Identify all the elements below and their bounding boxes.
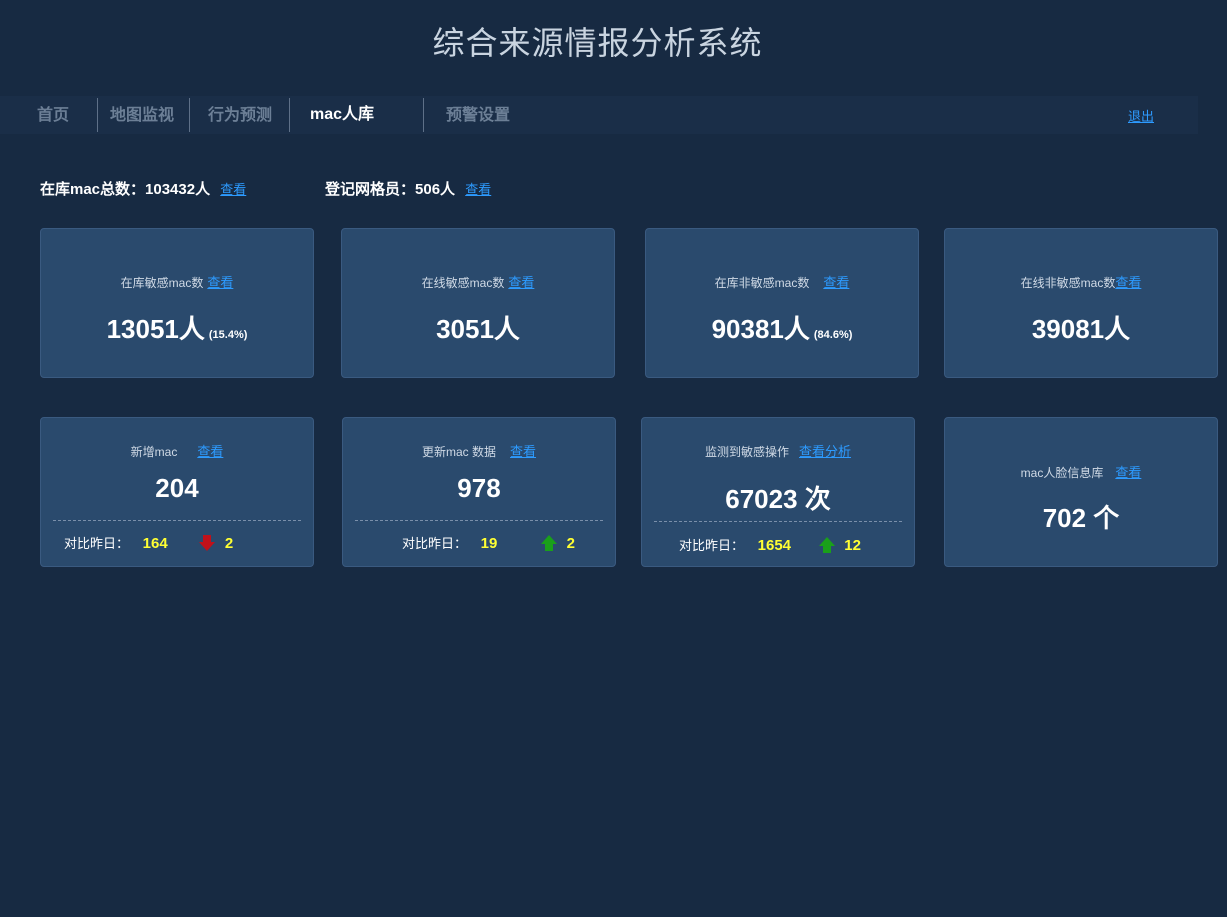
card-label-text: 在库敏感mac数	[120, 276, 204, 290]
trend-down-icon	[199, 535, 216, 551]
card-label: 在库非敏感mac数 查看	[646, 272, 918, 291]
card-label-text: 监测到敏感操作	[704, 445, 789, 459]
view-link[interactable]: 查看	[823, 275, 849, 290]
compare-value: 19	[480, 535, 498, 552]
divider	[53, 520, 301, 521]
stat-card-updated-mac: 更新mac 数据 查看 978 对比昨日： 19 2	[342, 417, 616, 567]
view-link[interactable]: 查看	[508, 275, 534, 290]
stat-card-sensitive-online: 在线敏感mac数 查看 3051人	[341, 228, 615, 378]
divider	[355, 520, 603, 521]
mac-total-view-link[interactable]: 查看	[220, 182, 246, 197]
logout-link[interactable]: 退出	[1128, 106, 1154, 125]
card-label-text: 在库非敏感mac数	[714, 276, 810, 290]
card-value-text: 13051人	[106, 314, 205, 344]
card-label: 新增mac 查看	[41, 441, 313, 460]
nav-divider	[289, 98, 290, 132]
view-link[interactable]: 查看	[197, 444, 223, 459]
card-label: 在线非敏感mac数查看	[945, 272, 1217, 291]
mac-total-label: 在库mac总数：	[40, 181, 146, 198]
card-value: 39081人	[945, 309, 1217, 346]
grid-staff-summary: 登记网格员：506人 查看	[325, 178, 491, 199]
stat-card-nonsensitive-in-library: 在库非敏感mac数 查看 90381人 (84.6%)	[645, 228, 919, 378]
stat-card-nonsensitive-online: 在线非敏感mac数查看 39081人	[944, 228, 1218, 378]
card-percent: (84.6%)	[813, 329, 853, 341]
trend-up-icon	[540, 535, 557, 551]
divider	[654, 521, 902, 522]
compare-label: 对比昨日：	[402, 536, 468, 551]
card-label-text: mac人脸信息库	[1020, 466, 1104, 480]
delta-value: 2	[566, 535, 575, 552]
grid-staff-view-link[interactable]: 查看	[465, 182, 491, 197]
delta-value: 12	[844, 537, 861, 554]
nav-divider	[423, 98, 424, 132]
card-value-text: 39081人	[1031, 314, 1131, 344]
stat-card-new-mac: 新增mac 查看 204 对比昨日： 164 2	[40, 417, 314, 567]
mac-total-value: 103432人	[145, 181, 211, 198]
mac-total-summary: 在库mac总数：103432人 查看	[40, 178, 246, 199]
card-value: 702 个	[1042, 503, 1120, 533]
tab-home[interactable]: 首页	[37, 96, 69, 134]
app-title: 综合来源情报分析系统	[432, 24, 763, 62]
nav-bar: 首页 地图监视 行为预测 mac人库 预警设置 退出	[0, 96, 1198, 134]
card-value: 67023 次	[725, 484, 831, 514]
view-link[interactable]: 查看	[1115, 275, 1141, 290]
card-value: 978	[457, 473, 501, 503]
card-value-text: 90381人	[711, 314, 810, 344]
tab-map-monitor[interactable]: 地图监视	[110, 96, 174, 134]
grid-staff-value: 506人	[415, 181, 456, 198]
card-value: 204	[155, 473, 199, 503]
compare-row: 对比昨日： 164 2	[64, 533, 233, 552]
card-label: 在库敏感mac数 查看	[41, 272, 313, 291]
stat-card-mac-face-library: mac人脸信息库 查看 702 个	[944, 417, 1218, 567]
card-label-text: 新增mac	[130, 445, 178, 459]
nav-divider	[189, 98, 190, 132]
card-label: mac人脸信息库 查看	[945, 462, 1217, 481]
card-label-text: 更新mac 数据	[421, 445, 496, 459]
compare-row: 对比昨日： 1654 12	[679, 535, 861, 554]
compare-row: 对比昨日： 19 2	[402, 533, 575, 552]
card-value: 90381人 (84.6%)	[646, 309, 918, 346]
card-label: 监测到敏感操作 查看分析	[642, 441, 914, 460]
tab-mac-library[interactable]: mac人库	[310, 96, 374, 134]
compare-value: 1654	[757, 537, 792, 554]
view-analysis-link[interactable]: 查看分析	[799, 444, 851, 459]
tab-behavior-prediction[interactable]: 行为预测	[208, 96, 272, 134]
nav-divider	[97, 98, 98, 132]
grid-staff-label: 登记网格员：	[325, 181, 416, 198]
card-value-text: 3051人	[436, 314, 520, 344]
view-link[interactable]: 查看	[207, 275, 233, 290]
compare-label: 对比昨日：	[679, 538, 745, 553]
tab-alert-settings[interactable]: 预警设置	[446, 96, 510, 134]
delta-value: 2	[224, 535, 234, 552]
compare-label: 对比昨日：	[64, 536, 130, 551]
trend-up-icon	[818, 537, 835, 553]
stat-card-sensitive-operations: 监测到敏感操作 查看分析 67023 次 对比昨日： 1654 12	[641, 417, 915, 567]
view-link[interactable]: 查看	[510, 444, 536, 459]
card-value: 3051人	[342, 309, 614, 346]
card-label-text: 在线非敏感mac数	[1020, 276, 1116, 290]
compare-value: 164	[142, 535, 168, 552]
card-percent: (15.4%)	[208, 329, 248, 341]
view-link[interactable]: 查看	[1115, 465, 1141, 480]
stat-card-sensitive-in-library: 在库敏感mac数 查看 13051人 (15.4%)	[40, 228, 314, 378]
card-label: 更新mac 数据 查看	[343, 441, 615, 460]
card-label: 在线敏感mac数 查看	[342, 272, 614, 291]
card-label-text: 在线敏感mac数	[421, 276, 505, 290]
card-value: 13051人 (15.4%)	[41, 309, 313, 346]
